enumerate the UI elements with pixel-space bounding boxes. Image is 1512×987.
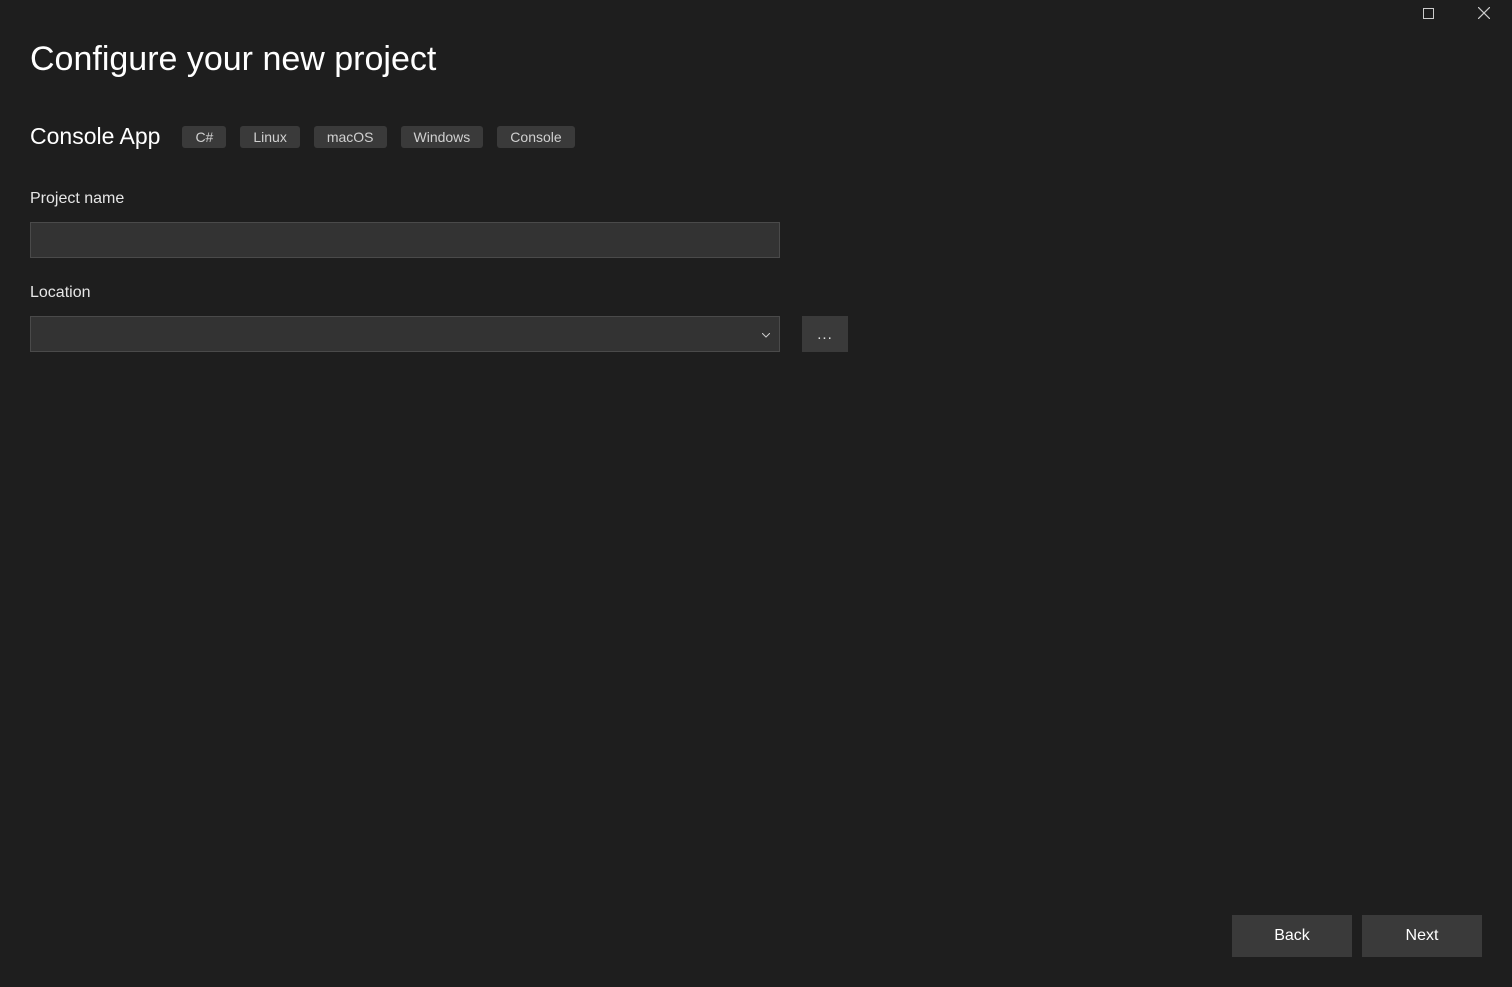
- location-group: Location ...: [30, 284, 1482, 352]
- template-name: Console App: [30, 123, 160, 150]
- project-name-label: Project name: [30, 190, 1482, 208]
- location-label: Location: [30, 284, 1482, 302]
- project-name-input[interactable]: [30, 222, 780, 258]
- browse-button[interactable]: ...: [802, 316, 848, 352]
- location-combo-wrapper: [30, 316, 780, 352]
- template-tags: C# Linux macOS Windows Console: [182, 126, 574, 148]
- tag-windows: Windows: [401, 126, 484, 148]
- close-button[interactable]: [1456, 0, 1512, 30]
- tag-csharp: C#: [182, 126, 226, 148]
- project-name-group: Project name: [30, 190, 1482, 258]
- footer-buttons: Back Next: [1232, 915, 1482, 957]
- back-button[interactable]: Back: [1232, 915, 1352, 957]
- maximize-icon: [1423, 6, 1434, 24]
- page-title: Configure your new project: [30, 40, 1482, 79]
- next-button[interactable]: Next: [1362, 915, 1482, 957]
- location-row: ...: [30, 316, 1482, 352]
- tag-macos: macOS: [314, 126, 387, 148]
- tag-console: Console: [497, 126, 574, 148]
- maximize-button[interactable]: [1400, 0, 1456, 30]
- window-controls: [1400, 0, 1512, 30]
- tag-linux: Linux: [240, 126, 299, 148]
- template-row: Console App C# Linux macOS Windows Conso…: [30, 123, 1482, 150]
- close-icon: [1478, 6, 1490, 24]
- location-input[interactable]: [30, 316, 780, 352]
- main-content: Configure your new project Console App C…: [0, 0, 1512, 907]
